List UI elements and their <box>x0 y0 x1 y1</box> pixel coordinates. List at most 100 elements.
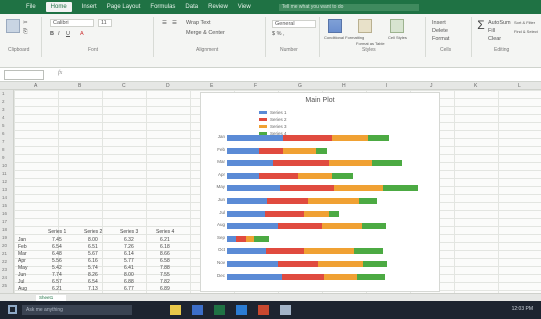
bar-segment[interactable] <box>280 185 335 192</box>
font-color-icon[interactable]: A <box>80 31 84 37</box>
row-header[interactable]: 6 <box>2 131 5 136</box>
table-cell[interactable]: 6.89 <box>160 286 170 292</box>
table-cell[interactable]: 7.88 <box>160 265 170 271</box>
copy-icon[interactable]: ⎘ <box>23 29 27 36</box>
column-header[interactable]: I <box>386 83 387 89</box>
table-cell[interactable]: 6.21 <box>52 286 62 292</box>
bar-segment[interactable] <box>328 210 339 217</box>
bar-segment[interactable] <box>362 223 387 230</box>
table-cell[interactable]: 8.66 <box>160 251 170 257</box>
bar-segment[interactable] <box>332 135 369 141</box>
paste-icon[interactable] <box>6 19 20 33</box>
table-row-label[interactable]: Mar <box>18 251 27 257</box>
table-cell[interactable]: 6.14 <box>124 251 134 257</box>
format-as-table-label[interactable]: Format as Table <box>356 41 385 46</box>
row-header[interactable]: 11 <box>2 171 7 176</box>
bar-segment[interactable] <box>227 185 281 192</box>
bar-segment[interactable] <box>227 261 279 267</box>
table-cell[interactable]: 5.74 <box>88 265 98 271</box>
bar-segment[interactable] <box>382 185 418 192</box>
table-cell[interactable]: 8.26 <box>88 272 98 278</box>
table-cell[interactable]: 6.41 <box>124 265 134 271</box>
row-header[interactable]: 10 <box>2 163 7 168</box>
name-box[interactable] <box>4 70 44 80</box>
bar-segment[interactable] <box>254 235 270 242</box>
bar-segment[interactable] <box>278 223 323 230</box>
tab-page-layout[interactable]: Page Layout <box>107 4 141 10</box>
bar-segment[interactable] <box>371 160 402 167</box>
bar-segment[interactable] <box>259 147 283 154</box>
table-row-label[interactable]: Jul <box>18 279 24 285</box>
cell-styles-label[interactable]: Cell Styles <box>388 35 407 40</box>
table-cell[interactable]: 6.77 <box>124 286 134 292</box>
row-header[interactable]: 22 <box>2 259 7 264</box>
row-header[interactable]: 7 <box>2 139 5 144</box>
table-cell[interactable]: 6.16 <box>88 258 98 264</box>
table-header-cell[interactable]: Series 3 <box>120 229 138 235</box>
row-header[interactable]: 25 <box>2 283 7 288</box>
cell-styles-icon[interactable] <box>390 19 404 33</box>
table-row-label[interactable]: Aug <box>18 286 27 292</box>
wrap-text-button[interactable]: Wrap Text <box>186 20 211 26</box>
bar-segment[interactable] <box>227 172 259 179</box>
column-header[interactable]: G <box>298 83 302 89</box>
bar-segment[interactable] <box>362 261 388 267</box>
format-as-table-icon[interactable] <box>358 19 372 33</box>
row-header[interactable]: 24 <box>2 275 7 280</box>
underline-icon[interactable]: U <box>66 31 70 37</box>
align-center-icon[interactable]: ☰ <box>172 20 177 26</box>
tab-review[interactable]: Review <box>208 4 228 10</box>
tab-view[interactable]: View <box>238 4 251 10</box>
bar-segment[interactable] <box>298 172 333 179</box>
table-cell[interactable]: 5.67 <box>88 251 98 257</box>
table-header-cell[interactable]: Series 2 <box>84 229 102 235</box>
table-header-cell[interactable]: Series 1 <box>48 229 66 235</box>
table-cell[interactable]: 6.21 <box>160 237 170 243</box>
bar-segment[interactable] <box>356 273 386 280</box>
bar-segment[interactable] <box>368 135 389 141</box>
table-cell[interactable]: 7.13 <box>88 286 98 292</box>
insert-cells-button[interactable]: Insert <box>432 20 446 26</box>
bar-segment[interactable] <box>278 261 318 267</box>
tab-home[interactable]: Home <box>45 2 72 12</box>
table-row-label[interactable]: Feb <box>18 244 27 250</box>
table-cell[interactable]: 8.00 <box>124 272 134 278</box>
bar-segment[interactable] <box>227 198 267 204</box>
bar-segment[interactable] <box>353 248 383 255</box>
bar-segment[interactable] <box>324 273 357 280</box>
row-header[interactable]: 23 <box>2 267 7 272</box>
row-header[interactable]: 12 <box>2 179 7 184</box>
bar-segment[interactable] <box>272 160 329 167</box>
sort-filter-button[interactable]: Sort & Filter <box>514 20 535 25</box>
delete-cells-button[interactable]: Delete <box>432 28 448 34</box>
conditional-formatting-label[interactable]: Conditional Formatting <box>324 35 364 40</box>
font-name-select[interactable]: Calibri <box>50 19 94 27</box>
table-row-label[interactable]: May <box>18 265 27 271</box>
bar-segment[interactable] <box>264 210 305 217</box>
row-header[interactable]: 16 <box>2 211 7 216</box>
table-cell[interactable]: 6.18 <box>160 244 170 250</box>
taskbar-clock[interactable]: 12:03 PM <box>512 306 533 312</box>
table-cell[interactable]: 8.00 <box>88 237 98 243</box>
row-header[interactable]: 19 <box>2 235 7 240</box>
column-header[interactable]: E <box>210 83 213 89</box>
table-row-label[interactable]: Apr <box>18 258 26 264</box>
font-size-select[interactable]: 11 <box>98 19 112 27</box>
bar-segment[interactable] <box>227 210 265 217</box>
column-header[interactable]: A <box>34 83 37 89</box>
conditional-formatting-icon[interactable] <box>328 19 342 33</box>
fx-icon[interactable]: fx <box>58 70 62 76</box>
fill-button[interactable]: Fill <box>488 28 495 34</box>
bar-segment[interactable] <box>304 210 329 217</box>
row-header[interactable]: 13 <box>2 187 7 192</box>
table-header-cell[interactable]: Series 4 <box>156 229 174 235</box>
bar-segment[interactable] <box>334 185 383 192</box>
tab-file[interactable]: File <box>26 4 36 10</box>
row-header[interactable]: 1 <box>2 91 5 96</box>
bar-segment[interactable] <box>227 248 266 255</box>
bar-segment[interactable] <box>265 248 305 255</box>
taskbar-app-icon[interactable] <box>192 305 203 315</box>
table-row-label[interactable]: Jan <box>18 237 26 243</box>
table-cell[interactable]: 6.51 <box>88 244 98 250</box>
format-cells-button[interactable]: Format <box>432 36 449 42</box>
